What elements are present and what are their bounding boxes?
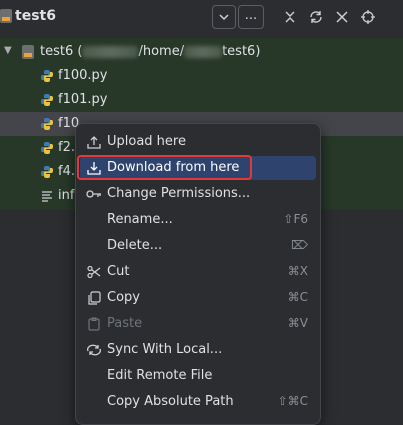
tree-item-label: f4.: [58, 164, 75, 179]
more-options-label: ...: [244, 7, 258, 23]
menu-item-label: Sync With Local...: [107, 342, 223, 357]
expand-arrow-icon[interactable]: ▼: [4, 45, 12, 56]
tree-item[interactable]: f100.py: [0, 64, 403, 88]
root-label-prefix: test6 (: [40, 44, 83, 59]
upload-icon: [86, 134, 102, 150]
python-file-icon: [41, 118, 53, 130]
menu-item-label: Rename...: [107, 212, 173, 227]
chevron-down-icon: [219, 14, 229, 21]
collapse-all-button[interactable]: [279, 6, 301, 28]
menu-item-shortcut: ⌘X: [287, 264, 308, 278]
panel-title: test6: [15, 8, 56, 24]
python-file-icon: [41, 94, 53, 106]
close-icon: [336, 11, 348, 23]
menu-item-label: Delete...: [107, 238, 163, 253]
refresh-button[interactable]: [305, 6, 327, 28]
redacted-host: [82, 45, 139, 58]
text-file-icon: [42, 191, 52, 202]
menu-item-upload-here[interactable]: Upload here: [80, 130, 316, 154]
tree-item-label: inf: [58, 188, 75, 203]
tree-root-label: test6 ( /home/test6): [40, 44, 260, 59]
menu-item-rename[interactable]: Rename... ⇧F6: [80, 208, 316, 232]
menu-item-shortcut: ⌦: [291, 238, 308, 252]
menu-item-shortcut: ⌘V: [287, 316, 308, 330]
menu-item-label: Edit Remote File: [107, 368, 213, 383]
menu-item-edit-remote-file[interactable]: Edit Remote File: [80, 364, 316, 388]
menu-item-shortcut: ⌘C: [287, 290, 308, 304]
scissors-icon: [86, 264, 102, 280]
dropdown-chevron-button[interactable]: [212, 5, 236, 29]
sftp-folder-icon: [22, 45, 34, 59]
tree-root-row[interactable]: ▼ test6 ( /home/test6): [0, 40, 403, 64]
python-file-icon: [41, 166, 53, 178]
tree-item-label: f100.py: [58, 68, 108, 83]
menu-item-cut[interactable]: Cut ⌘X: [80, 260, 316, 284]
menu-item-change-permissions[interactable]: Change Permissions...: [80, 182, 316, 206]
menu-item-label: Change Permissions...: [107, 186, 251, 201]
key-icon: [86, 186, 102, 202]
menu-item-copy-absolute-path[interactable]: Copy Absolute Path ⇧⌘C: [80, 390, 316, 414]
root-path-mid: /home/: [138, 44, 185, 59]
more-options-button[interactable]: ...: [238, 5, 264, 29]
menu-item-label: Copy Absolute Path: [107, 394, 234, 409]
root-path-suffix: test6): [222, 44, 261, 59]
menu-item-shortcut: ⇧F6: [283, 212, 308, 226]
sftp-server-icon: [0, 9, 12, 23]
menu-item-paste: Paste ⌘V: [80, 312, 316, 336]
menu-item-sync-with-local[interactable]: Sync With Local...: [80, 338, 316, 362]
target-icon: [361, 10, 375, 24]
menu-item-copy[interactable]: Copy ⌘C: [80, 286, 316, 310]
menu-item-label: Copy: [107, 290, 140, 305]
menu-item-label: Paste: [107, 316, 143, 331]
refresh-icon: [310, 11, 322, 23]
tree-item-label: f2.: [58, 140, 75, 155]
python-file-icon: [41, 142, 53, 154]
panel-header: test6 ...: [0, 0, 403, 36]
menu-item-label: Cut: [107, 264, 130, 279]
redacted-user: [184, 45, 223, 58]
tree-item[interactable]: f101.py: [0, 88, 403, 112]
locate-button[interactable]: [357, 6, 379, 28]
python-file-icon: [41, 70, 53, 82]
sync-icon: [86, 342, 102, 358]
collapse-icon: [285, 11, 295, 23]
annotation-highlight-box: [77, 155, 252, 180]
menu-item-shortcut: ⇧⌘C: [277, 394, 308, 408]
copy-icon: [86, 290, 102, 306]
tree-item-label: f101.py: [58, 92, 108, 107]
paste-icon: [86, 316, 102, 332]
close-button[interactable]: [331, 6, 353, 28]
menu-item-label: Upload here: [107, 134, 186, 149]
menu-item-delete[interactable]: Delete... ⌦: [80, 234, 316, 258]
